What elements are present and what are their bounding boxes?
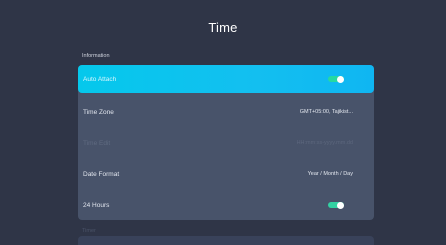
row-label: Date Format [83, 170, 120, 178]
toggle-knob-icon [337, 201, 344, 209]
time-zone-value: GMT+05:00, Tajikist... [299, 109, 353, 115]
row-time-edit: Time Edit HH:mm:ss-yyyy.mm.dd [78, 129, 374, 157]
section-header-information: Information [82, 53, 110, 59]
section-header-timer: Timer [82, 228, 96, 234]
toggle-knob-icon [337, 75, 344, 83]
row-label: Time Edit [83, 139, 111, 147]
row-24-hours[interactable]: 24 Hours [78, 191, 374, 219]
time-edit-value: HH:mm:ss-yyyy.mm.dd [296, 140, 353, 146]
row-auto-attach[interactable]: Auto Attach [78, 65, 374, 93]
24-hours-toggle[interactable] [328, 201, 344, 209]
row-time-zone[interactable]: Time Zone GMT+05:00, Tajikist... [78, 98, 374, 126]
page-title: Time [208, 20, 238, 35]
row-date-format[interactable]: Date Format Year / Month / Day [78, 160, 374, 188]
settings-panel: Auto Attach Time Zone GMT+05:00, Tajikis… [78, 65, 374, 220]
auto-attach-toggle[interactable] [328, 75, 344, 83]
time-settings-screen: Time Information Auto Attach Time Zone G… [0, 0, 446, 245]
row-label: 24 Hours [83, 201, 110, 209]
timer-panel[interactable] [78, 236, 374, 245]
row-label: Time Zone [83, 108, 114, 116]
row-label: Auto Attach [83, 75, 117, 83]
date-format-value: Year / Month / Day [307, 171, 353, 177]
